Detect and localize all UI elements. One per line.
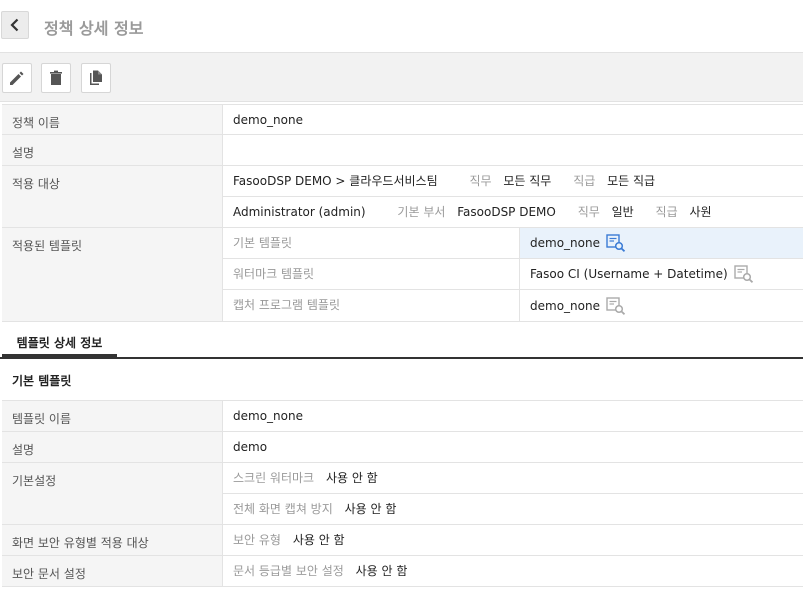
preview-search-icon[interactable] [606,296,626,315]
preview-search-icon[interactable] [606,234,626,252]
target-dept-value: FasooDSP DEMO [457,205,556,219]
screen-security-row: 화면 보안 유형별 적용 대상 보안 유형 사용 안 함 [2,525,803,556]
policy-target-row: 적용 대상 FasooDSP DEMO > 클라우드서비스팀 직무 모든 직무 … [2,166,803,228]
doc-security-label: 보안 문서 설정 [2,556,223,586]
back-button[interactable] [1,11,29,39]
pencil-icon [10,71,24,85]
template-value: Fasoo CI (Username + Datetime) [530,267,728,281]
delete-button[interactable] [41,63,71,93]
setting-key: 보안 유형 [233,533,281,547]
template-row-capture: 캡처 프로그램 템플릿 demo_none [223,290,803,321]
template-desc-label: 설명 [2,432,223,462]
applied-templates-row: 적용된 템플릿 기본 템플릿 demo_none 워터마크 템플릿 Fasoo … [2,228,803,322]
template-value: demo_none [530,236,600,250]
detail-tabs: 템플릿 상세 정보 [0,332,803,359]
tab-template-detail[interactable]: 템플릿 상세 정보 [2,332,117,357]
basic-settings-row: 기본설정 스크린 워터마크 사용 안 함 전체 화면 캡쳐 방지 사용 안 함 [2,463,803,525]
target-rank-label: 직급 [655,205,678,219]
target-rank-value: 사원 [689,205,712,219]
template-row-watermark: 워터마크 템플릿 Fasoo CI (Username + Datetime) [223,259,803,290]
applied-templates-label: 적용된 템플릿 [2,228,223,321]
template-name-row: 템플릿 이름 demo_none [2,401,803,432]
edit-button[interactable] [2,63,32,93]
toolbar [0,53,803,102]
setting-item: 보안 유형 사용 안 함 [223,525,803,556]
template-value-cell: demo_none [519,228,803,258]
page-title: 정책 상세 정보 [44,19,144,38]
target-item: Administrator (admin) 기본 부서 FasooDSP DEM… [223,197,803,228]
target-name: Administrator (admin) [233,205,366,219]
policy-name-row: 정책 이름 demo_none [2,104,803,135]
template-desc-value: demo [233,440,268,454]
setting-item: 스크린 워터마크 사용 안 함 [223,463,803,494]
template-desc-row: 설명 demo [2,432,803,463]
policy-desc-label: 설명 [2,135,223,165]
setting-value: 사용 안 함 [344,502,397,516]
policy-desc-row: 설명 [2,135,803,166]
basic-settings-label: 기본설정 [2,463,223,524]
target-item: FasooDSP DEMO > 클라우드서비스팀 직무 모든 직무 직급 모든 … [223,166,803,197]
target-duty-label: 직무 [469,174,492,188]
target-name: FasooDSP DEMO > 클라우드서비스팀 [233,174,438,188]
setting-value: 사용 안 함 [355,564,408,578]
section-title: 기본 템플릿 [12,374,72,388]
doc-security-row: 보안 문서 설정 문서 등급별 보안 설정 사용 안 함 [2,556,803,587]
target-rank-value: 모든 직급 [607,174,656,188]
target-duty-value: 모든 직무 [503,174,552,188]
setting-value: 사용 안 함 [325,471,378,485]
setting-value: 사용 안 함 [292,533,345,547]
template-value-cell: demo_none [519,290,803,321]
title-bar: 정책 상세 정보 [0,0,803,53]
chevron-left-icon [10,18,19,32]
policy-target-label: 적용 대상 [2,166,223,227]
template-type-label: 워터마크 템플릿 [233,267,315,281]
preview-search-icon[interactable] [733,265,754,283]
copy-icon [90,70,102,85]
target-duty-label: 직무 [577,205,600,219]
setting-key: 전체 화면 캡쳐 방지 [233,502,333,516]
template-value: demo_none [530,298,600,313]
template-type-label: 기본 템플릿 [233,236,293,250]
template-row-basic: 기본 템플릿 demo_none [223,228,803,259]
target-duty-value: 일반 [611,205,634,219]
setting-key: 스크린 워터마크 [233,471,315,485]
template-name-label: 템플릿 이름 [2,401,223,431]
target-rank-label: 직급 [573,174,596,188]
template-type-label: 캡처 프로그램 템플릿 [233,298,340,312]
setting-item: 문서 등급별 보안 설정 사용 안 함 [223,556,803,587]
copy-button[interactable] [81,63,111,93]
template-name-value: demo_none [233,409,303,423]
setting-key: 문서 등급별 보안 설정 [233,564,344,578]
template-value-cell: Fasoo CI (Username + Datetime) [519,259,803,289]
policy-name-value: demo_none [233,113,303,127]
trash-icon [50,70,62,85]
screen-security-label: 화면 보안 유형별 적용 대상 [2,525,223,555]
setting-item: 전체 화면 캡쳐 방지 사용 안 함 [223,494,803,525]
target-dept-label: 기본 부서 [397,205,446,219]
policy-name-label: 정책 이름 [2,105,223,134]
